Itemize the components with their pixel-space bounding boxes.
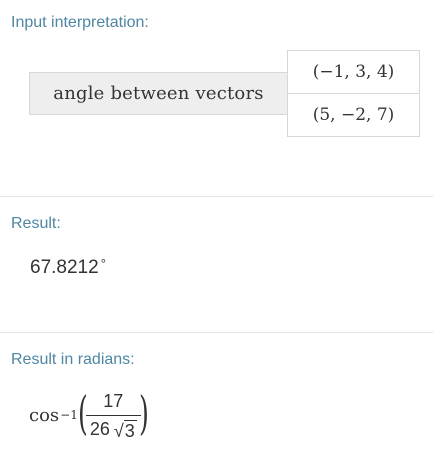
vector-1-value: (−1, 3, 4) (312, 62, 395, 82)
fraction: 17 26 √ 3 (85, 390, 141, 440)
right-parenthesis: ) (138, 386, 149, 440)
result-value: 67.8212 ° (30, 256, 106, 279)
vector-2-cell: (5, −2, 7) (287, 93, 420, 137)
radians-formula: cos −1 ( 17 26 √ 3 ) (29, 383, 153, 447)
fraction-numerator: 17 (103, 390, 124, 411)
input-interpretation-title: Input interpretation: (11, 14, 149, 31)
vector-2-value: (5, −2, 7) (312, 105, 395, 125)
vector-1-cell: (−1, 3, 4) (287, 50, 420, 94)
left-parenthesis: ( (77, 386, 88, 440)
result-title: Result: (11, 215, 61, 232)
query-label: angle between vectors (29, 72, 287, 115)
fraction-denominator: 26 √ 3 (86, 416, 141, 440)
function-name: cos (29, 404, 60, 426)
pod-divider (0, 196, 433, 197)
radical-sign: √ (113, 420, 124, 441)
function-exponent: −1 (60, 408, 78, 422)
square-root: √ 3 (113, 419, 137, 441)
degree-symbol: ° (100, 256, 106, 271)
pod-divider (0, 332, 433, 333)
result-number: 67.8212 (30, 257, 99, 278)
radicand: 3 (123, 419, 137, 441)
radians-title: Result in radians: (11, 351, 135, 368)
denominator-coefficient: 26 (89, 418, 110, 439)
